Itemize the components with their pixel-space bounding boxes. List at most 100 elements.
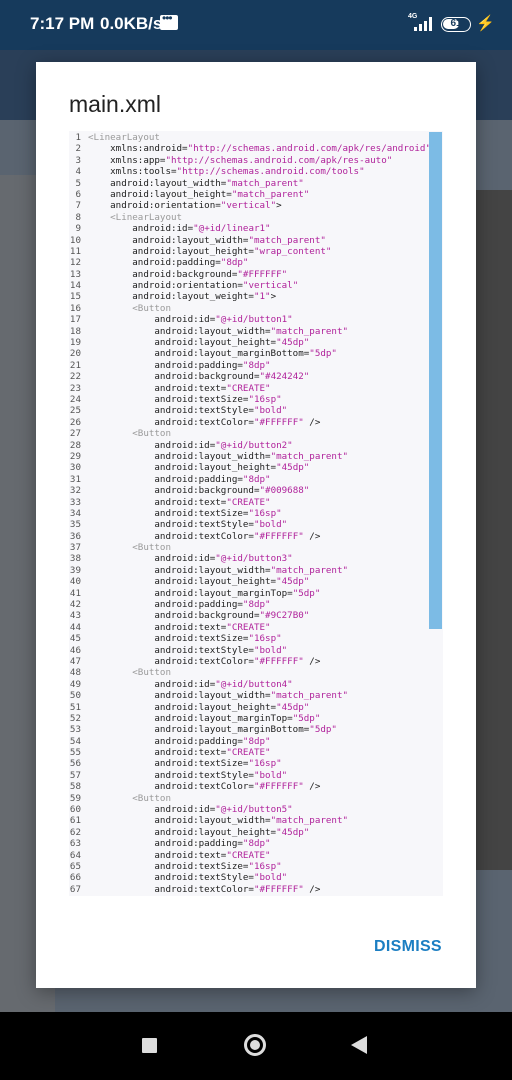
code-token: android:textSize= bbox=[154, 507, 249, 519]
code-token: "match_parent" bbox=[231, 188, 310, 200]
code-token: "match_parent" bbox=[270, 450, 349, 462]
code-token: android:textColor= bbox=[154, 530, 254, 542]
code-line: 49 android:id="@+id/button4" bbox=[69, 679, 431, 690]
line-number: 50 bbox=[69, 690, 81, 702]
code-token: /> bbox=[303, 416, 321, 428]
code-line: 63 android:padding="8dp" bbox=[69, 838, 431, 849]
line-number: 6 bbox=[75, 188, 81, 200]
code-line: 28 android:id="@+id/button2" bbox=[69, 440, 431, 451]
code-token: "45dp" bbox=[276, 701, 310, 713]
code-token: </LinearLayout> bbox=[132, 895, 215, 896]
code-line: 51 android:layout_height="45dp" bbox=[69, 702, 431, 713]
code-line: 66 android:textStyle="bold" bbox=[69, 872, 431, 883]
line-number: 55 bbox=[69, 747, 81, 759]
code-token: android:id= bbox=[154, 553, 216, 565]
code-line: 23 android:text="CREATE" bbox=[69, 383, 431, 394]
code-token: android:text= bbox=[154, 849, 227, 861]
code-token: android:padding= bbox=[154, 359, 243, 371]
code-token: "#FFFFFF" bbox=[253, 530, 304, 542]
code-token: "#FFFFFF" bbox=[253, 655, 304, 667]
code-line: 19 android:layout_height="45dp" bbox=[69, 337, 431, 348]
code-token: android:layout_marginTop= bbox=[154, 712, 293, 724]
code-token: /> bbox=[303, 530, 321, 542]
code-line: 9 android:id="@+id/linear1" bbox=[69, 223, 431, 234]
code-line: 50 android:layout_width="match_parent" bbox=[69, 690, 431, 701]
code-token: "#9C27B0" bbox=[259, 610, 310, 622]
code-token: "@+id/linear1" bbox=[193, 223, 271, 235]
line-number: 45 bbox=[69, 633, 81, 645]
recents-icon[interactable] bbox=[142, 1038, 157, 1053]
code-line: 6 android:layout_height="match_parent" bbox=[69, 189, 431, 200]
code-token: android:orientation= bbox=[110, 200, 221, 212]
code-line: 37 <Button bbox=[69, 542, 431, 553]
code-token: <Button bbox=[132, 542, 171, 554]
status-net-speed: 0.0KB/s bbox=[100, 14, 163, 33]
line-number: 38 bbox=[69, 553, 81, 565]
code-token: "@+id/button3" bbox=[215, 553, 293, 565]
code-token: android:textSize= bbox=[154, 758, 249, 770]
code-line: 25 android:textStyle="bold" bbox=[69, 405, 431, 416]
code-token: "CREATE" bbox=[226, 496, 271, 508]
line-number: 34 bbox=[69, 507, 81, 519]
code-token: android:layout_width= bbox=[154, 564, 271, 576]
code-token: android:textColor= bbox=[154, 655, 254, 667]
code-token: android:layout_marginBottom= bbox=[154, 724, 310, 736]
line-number: 46 bbox=[69, 644, 81, 656]
code-line: 64 android:text="CREATE" bbox=[69, 850, 431, 861]
code-line: 22 android:background="#424242" bbox=[69, 371, 431, 382]
code-line: 32 android:background="#009688" bbox=[69, 485, 431, 496]
line-number: 57 bbox=[69, 769, 81, 781]
code-token: "CREATE" bbox=[226, 621, 271, 633]
code-line: 34 android:textSize="16sp" bbox=[69, 508, 431, 519]
line-number: 40 bbox=[69, 576, 81, 588]
code-token: android:background= bbox=[132, 268, 238, 280]
code-line: 43 android:background="#9C27B0" bbox=[69, 610, 431, 621]
line-number: 25 bbox=[69, 405, 81, 417]
code-line: 54 android:padding="8dp" bbox=[69, 736, 431, 747]
code-token: android:textSize= bbox=[154, 861, 249, 872]
code-line: 5 android:layout_width="match_parent" bbox=[69, 178, 431, 189]
code-token: "@+id/button1" bbox=[215, 314, 293, 326]
code-line: 16 <Button bbox=[69, 303, 431, 314]
code-viewer[interactable]: 1 <LinearLayout 2 xmlns:android="http://sc… bbox=[69, 131, 443, 896]
code-token: xmlns:tools= bbox=[110, 166, 177, 178]
code-token: android:textColor= bbox=[154, 416, 254, 428]
dialog-title: main.xml bbox=[69, 91, 162, 117]
line-number: 42 bbox=[69, 599, 81, 611]
code-line: 10 android:layout_width="match_parent" bbox=[69, 235, 431, 246]
code-line: 14 android:orientation="vertical" bbox=[69, 280, 431, 291]
line-number: 48 bbox=[69, 667, 81, 679]
code-token: /> bbox=[303, 655, 321, 667]
line-number: 15 bbox=[69, 291, 81, 303]
home-icon[interactable] bbox=[244, 1034, 266, 1056]
status-time: 7:17 PM bbox=[30, 14, 95, 33]
code-scrollbar[interactable] bbox=[429, 132, 442, 629]
code-token: /> bbox=[303, 781, 321, 793]
code-token: "45dp" bbox=[276, 826, 310, 838]
code-token: <LinearLayout bbox=[110, 211, 183, 223]
line-number: 60 bbox=[69, 804, 81, 816]
code-token: "45dp" bbox=[276, 576, 310, 588]
line-number: 51 bbox=[69, 701, 81, 713]
code-token: "16sp" bbox=[248, 393, 282, 405]
back-icon[interactable] bbox=[351, 1036, 367, 1054]
code-line: 45 android:textSize="16sp" bbox=[69, 633, 431, 644]
code-line: 42 android:padding="8dp" bbox=[69, 599, 431, 610]
code-token: xmlns:app= bbox=[110, 154, 166, 166]
code-line: 11 android:layout_height="wrap_content" bbox=[69, 246, 431, 257]
code-token: android:text= bbox=[154, 496, 227, 508]
code-token: "http://schemas.android.com/apk/res/andr… bbox=[187, 143, 431, 155]
line-number: 13 bbox=[69, 268, 81, 280]
line-number: 2 bbox=[75, 143, 81, 155]
dismiss-button[interactable]: DISMISS bbox=[374, 938, 442, 956]
code-token: "8dp" bbox=[242, 359, 271, 371]
code-line: 3 xmlns:app="http://schemas.android.com/… bbox=[69, 155, 431, 166]
line-number: 8 bbox=[75, 211, 81, 223]
code-line: 38 android:id="@+id/button3" bbox=[69, 553, 431, 564]
line-number: 68 bbox=[69, 895, 88, 896]
code-token: "bold" bbox=[253, 872, 288, 884]
code-token: android:layout_marginBottom= bbox=[154, 348, 310, 360]
code-line: 12 android:padding="8dp" bbox=[69, 257, 431, 268]
code-token: "#FFFFFF" bbox=[253, 416, 304, 428]
code-line: 68 </LinearLayout> bbox=[69, 895, 431, 896]
